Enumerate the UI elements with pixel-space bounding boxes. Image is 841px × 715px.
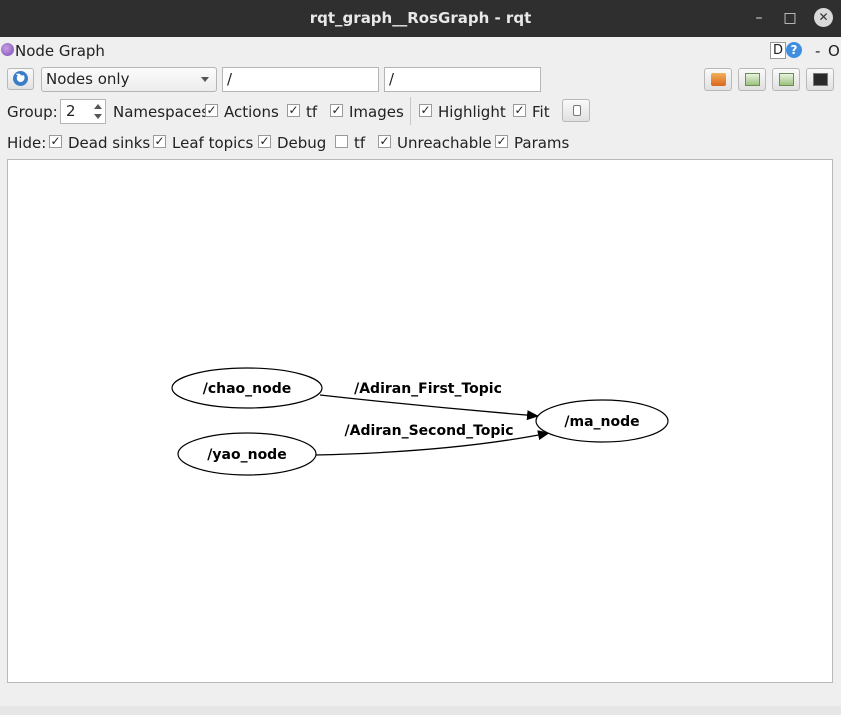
- debug-checkbox[interactable]: ✓: [258, 135, 271, 148]
- unreachable-checkbox[interactable]: ✓: [378, 135, 391, 148]
- unreachable-label: Unreachable: [397, 134, 492, 152]
- namespaces-checkbox[interactable]: ✓: [205, 104, 218, 117]
- save-image-button[interactable]: [806, 68, 834, 91]
- window-titlebar: rqt_graph__RosGraph - rqt – □ ✕: [0, 0, 841, 37]
- debug-label: Debug: [277, 134, 327, 152]
- toolbar-divider: [410, 97, 411, 125]
- spin-up-icon[interactable]: [94, 104, 102, 109]
- ros-graph: /Adiran_First_Topic /Adiran_Second_Topic…: [171, 367, 669, 476]
- save-as-image-icon: [813, 73, 828, 86]
- group-value: 2: [66, 102, 76, 120]
- save-as-svg-icon: [779, 73, 794, 86]
- fit-label: Fit: [532, 103, 550, 121]
- chevron-down-icon: [201, 77, 209, 82]
- node-graph-plugin-icon: [1, 43, 14, 56]
- topic-filter-input[interactable]: /: [384, 67, 541, 92]
- dead-sinks-checkbox[interactable]: ✓: [49, 135, 62, 148]
- folder-open-icon: [711, 73, 726, 86]
- fit-in-view-button[interactable]: [562, 99, 590, 122]
- leaf-topics-label: Leaf topics: [172, 134, 254, 152]
- group-label: Group:: [7, 103, 58, 121]
- fit-in-view-icon: [573, 105, 581, 116]
- node-filter-input[interactable]: /: [222, 67, 379, 92]
- refresh-icon: ↻: [13, 71, 28, 86]
- group-spinbox[interactable]: 2: [60, 99, 106, 124]
- plugin-header: Node Graph D ? - O: [0, 41, 841, 61]
- spin-down-icon[interactable]: [94, 114, 102, 119]
- save-svg-button[interactable]: [772, 68, 800, 91]
- close-icon[interactable]: ✕: [814, 8, 833, 27]
- close-plugin-button[interactable]: O: [828, 42, 840, 60]
- highlight-label: Highlight: [438, 103, 506, 121]
- params-checkbox[interactable]: ✓: [495, 135, 508, 148]
- actions-label: Actions: [224, 103, 279, 121]
- graph-edge: [319, 394, 539, 421]
- actions-checkbox[interactable]: ✓: [287, 104, 300, 117]
- minimize-plugin-button[interactable]: -: [815, 42, 820, 60]
- edge-label: /Adiran_First_Topic: [354, 381, 502, 397]
- status-bar: [0, 706, 841, 715]
- tf-label: tf: [306, 103, 318, 121]
- images-label: Images: [349, 103, 404, 121]
- tf-checkbox[interactable]: ✓: [330, 104, 343, 117]
- load-dot-button[interactable]: [704, 68, 732, 91]
- params-label: Params: [514, 134, 570, 152]
- graph-canvas[interactable]: /Adiran_First_Topic /Adiran_Second_Topic…: [7, 159, 833, 683]
- node-label: /yao_node: [207, 447, 286, 463]
- hide-label: Hide:: [7, 134, 47, 152]
- window-title: rqt_graph__RosGraph - rqt: [309, 9, 532, 27]
- hide-tf-label: tf: [354, 134, 366, 152]
- leaf-topics-checkbox[interactable]: ✓: [153, 135, 166, 148]
- fit-checkbox[interactable]: ✓: [513, 104, 526, 117]
- highlight-checkbox[interactable]: ✓: [419, 104, 432, 117]
- node-label: /chao_node: [203, 381, 292, 397]
- edge-label: /Adiran_Second_Topic: [345, 423, 514, 439]
- minimize-icon[interactable]: –: [750, 9, 768, 27]
- maximize-icon[interactable]: □: [781, 9, 799, 27]
- help-icon[interactable]: ?: [786, 42, 802, 58]
- dock-button[interactable]: D: [770, 42, 786, 59]
- graph-mode-select[interactable]: Nodes only: [41, 67, 217, 92]
- hide-tf-checkbox[interactable]: [335, 135, 348, 148]
- dead-sinks-label: Dead sinks: [68, 134, 151, 152]
- save-as-dot-icon: [745, 73, 760, 86]
- node-label: /ma_node: [564, 414, 639, 430]
- graph-mode-value: Nodes only: [46, 70, 130, 88]
- save-dot-button[interactable]: [738, 68, 766, 91]
- refresh-button[interactable]: ↻: [7, 68, 34, 90]
- plugin-title: Node Graph: [15, 42, 105, 60]
- namespaces-label: Namespaces: [113, 103, 210, 121]
